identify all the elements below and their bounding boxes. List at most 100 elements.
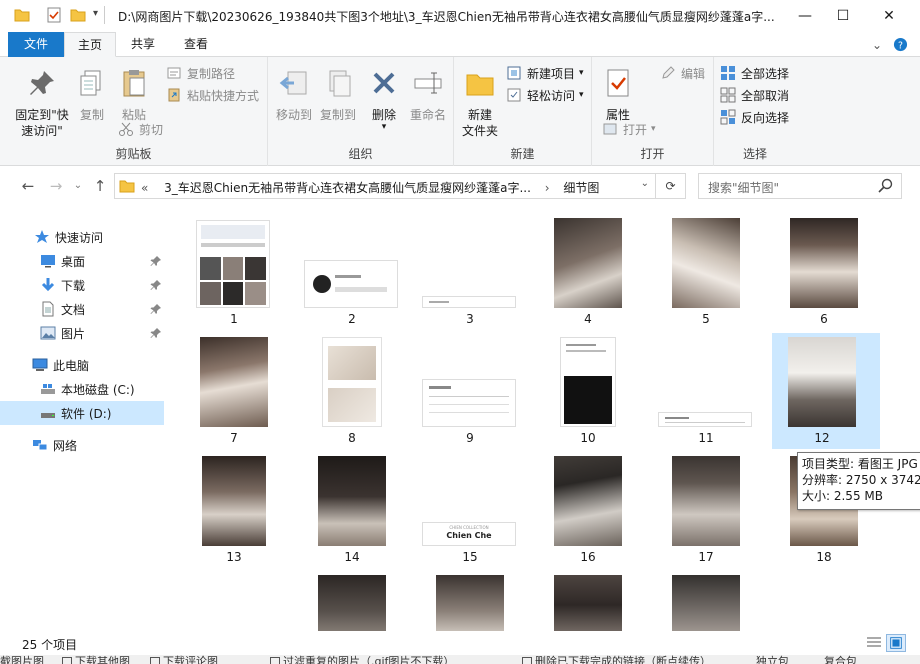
new-folder-quick-icon[interactable] bbox=[70, 7, 86, 23]
pictures-icon bbox=[40, 326, 56, 340]
file-tile[interactable]: 3 bbox=[416, 214, 524, 330]
file-tile[interactable] bbox=[416, 571, 524, 631]
help-icon[interactable]: ? bbox=[893, 37, 908, 52]
back-arrow-icon[interactable]: ← bbox=[18, 176, 38, 196]
delete-dropdown-arrow[interactable]: ▾ bbox=[364, 123, 404, 132]
easy-access-button[interactable]: 轻松访问 ▾ bbox=[506, 85, 584, 105]
rename-button[interactable]: 重命名 bbox=[406, 67, 450, 123]
bg-item: 删除已下载完成的链接（断点续传） bbox=[522, 655, 711, 664]
file-name: 5 bbox=[702, 312, 710, 326]
sidebar-item-quick-access[interactable]: 快速访问 bbox=[0, 225, 164, 249]
large-icons-view-icon[interactable] bbox=[886, 634, 906, 652]
breadcrumb-current[interactable]: 细节图 bbox=[563, 181, 599, 195]
file-name: 7 bbox=[230, 431, 238, 445]
paste-shortcut-label: 粘贴快捷方式 bbox=[187, 88, 260, 103]
address-bar[interactable]: « 3_车迟恩Chien无袖吊带背心连衣裙女高腰仙气质显瘦网纱蓬蓬a字... ›… bbox=[114, 173, 656, 199]
tooltip-size: 大小: 2.55 MB bbox=[802, 489, 883, 503]
file-tile[interactable]: 1 bbox=[180, 214, 288, 330]
delete-button[interactable]: 删除 ▾ bbox=[364, 67, 404, 132]
file-thumbnail bbox=[554, 218, 622, 308]
sidebar-item-this-pc[interactable]: 此电脑 bbox=[0, 353, 164, 377]
new-folder-button[interactable]: 新建 文件夹 bbox=[458, 67, 502, 139]
tab-view[interactable]: 查看 bbox=[170, 32, 222, 57]
pin-icon[interactable] bbox=[150, 255, 162, 267]
bg-item: 复合包 bbox=[824, 655, 857, 664]
easy-access-label: 轻松访问 bbox=[527, 88, 576, 103]
tab-file[interactable]: 文件 bbox=[8, 32, 64, 57]
breadcrumb-overflow[interactable]: « bbox=[141, 181, 148, 195]
move-to-button[interactable]: 移动到 bbox=[272, 67, 316, 123]
file-tile[interactable]: 5 bbox=[652, 214, 760, 330]
select-all-label: 全部选择 bbox=[741, 66, 790, 81]
forward-arrow-icon[interactable]: → bbox=[46, 176, 66, 196]
new-item-label: 新建项目 bbox=[527, 66, 576, 81]
sidebar-item-pictures[interactable]: 图片 bbox=[0, 321, 164, 345]
organize-group-label: 组织 bbox=[348, 147, 373, 161]
paste-shortcut-button[interactable]: 粘贴快捷方式 bbox=[166, 85, 259, 105]
sidebar-item-drive-d[interactable]: 软件 (D:) bbox=[0, 401, 164, 425]
file-tile[interactable] bbox=[298, 571, 406, 631]
breadcrumb-separator[interactable]: › bbox=[545, 181, 550, 195]
file-tile[interactable] bbox=[652, 571, 760, 631]
file-tile[interactable]: CHIEN COLLECTION Chien Che 15 bbox=[416, 452, 524, 568]
properties-button[interactable]: 属性 bbox=[596, 67, 640, 123]
select-none-button[interactable]: 全部取消 bbox=[720, 85, 789, 105]
file-tile-selected[interactable]: 12 bbox=[772, 333, 880, 449]
sidebar-item-downloads[interactable]: 下载 bbox=[0, 273, 164, 297]
open-button[interactable]: 打开 ▾ bbox=[602, 119, 656, 139]
copy-button[interactable]: 复制 bbox=[72, 67, 112, 123]
pin-icon[interactable] bbox=[150, 279, 162, 291]
sidebar-item-network[interactable]: 网络 bbox=[0, 433, 164, 457]
file-tile[interactable]: 10 bbox=[534, 333, 642, 449]
file-tile[interactable]: 6 bbox=[770, 214, 878, 330]
svg-text:?: ? bbox=[898, 40, 903, 51]
recent-locations-chevron-icon[interactable]: ⌄ bbox=[68, 176, 88, 196]
collapse-ribbon-chevron-icon[interactable]: ⌄ bbox=[872, 38, 882, 52]
file-thumbnail: CHIEN COLLECTION Chien Che bbox=[422, 522, 516, 546]
file-tile[interactable]: 8 bbox=[298, 333, 406, 449]
cut-button[interactable]: 剪切 bbox=[118, 119, 163, 139]
file-tile[interactable]: 14 bbox=[298, 452, 406, 568]
file-thumbnail bbox=[200, 337, 268, 427]
file-tile[interactable]: 11 bbox=[652, 333, 760, 449]
pin-to-quick-access-button[interactable]: 固定到"快 速访问" bbox=[10, 67, 74, 139]
invert-selection-button[interactable]: 反向选择 bbox=[720, 107, 789, 127]
properties-quick-icon[interactable] bbox=[46, 7, 62, 23]
file-tile[interactable]: 4 bbox=[534, 214, 642, 330]
breadcrumb-parent[interactable]: 3_车迟恩Chien无袖吊带背心连衣裙女高腰仙气质显瘦网纱蓬蓬a字... bbox=[164, 181, 531, 195]
file-tile[interactable]: 2 bbox=[298, 214, 406, 330]
refresh-icon[interactable]: ⟳ bbox=[656, 173, 686, 199]
edit-button[interactable]: 编辑 bbox=[660, 63, 705, 83]
file-tile[interactable]: 9 bbox=[416, 333, 524, 449]
easy-access-dropdown-arrow: ▾ bbox=[579, 90, 584, 100]
file-thumbnail bbox=[788, 337, 856, 427]
copy-path-button[interactable]: 复制路径 bbox=[166, 63, 235, 83]
copy-to-button[interactable]: 复制到 bbox=[316, 67, 360, 123]
paste-button[interactable]: 粘贴 bbox=[114, 67, 154, 123]
maximize-button[interactable]: ☐ bbox=[820, 0, 866, 32]
status-bar: 25 个项目 bbox=[0, 631, 920, 655]
file-tile[interactable]: 13 bbox=[180, 452, 288, 568]
copy-path-icon bbox=[167, 67, 181, 79]
sidebar-item-drive-c[interactable]: 本地磁盘 (C:) bbox=[0, 377, 164, 401]
details-view-icon[interactable] bbox=[864, 634, 884, 652]
sidebar-item-desktop[interactable]: 桌面 bbox=[0, 249, 164, 273]
pin-icon[interactable] bbox=[150, 327, 162, 339]
file-thumbnail bbox=[790, 218, 858, 308]
file-tile[interactable] bbox=[534, 571, 642, 631]
close-button[interactable]: ✕ bbox=[866, 0, 912, 32]
tab-home[interactable]: 主页 bbox=[64, 32, 116, 57]
up-arrow-icon[interactable]: ↑ bbox=[90, 176, 110, 196]
tab-share[interactable]: 共享 bbox=[118, 32, 168, 57]
file-tile[interactable]: 16 bbox=[534, 452, 642, 568]
customize-quick-access-dropdown[interactable]: ▾ bbox=[93, 8, 98, 19]
folder-icon bbox=[14, 9, 30, 22]
pin-icon[interactable] bbox=[150, 303, 162, 315]
sidebar-item-documents[interactable]: 文档 bbox=[0, 297, 164, 321]
select-all-button[interactable]: 全部选择 bbox=[720, 63, 789, 83]
file-tile[interactable]: 17 bbox=[652, 452, 760, 568]
address-dropdown-chevron-icon[interactable]: ⌄ bbox=[641, 178, 649, 189]
search-box[interactable]: 搜索"细节图" bbox=[698, 173, 902, 199]
new-item-button[interactable]: 新建项目 ▾ bbox=[506, 63, 584, 83]
file-tile[interactable]: 7 bbox=[180, 333, 288, 449]
